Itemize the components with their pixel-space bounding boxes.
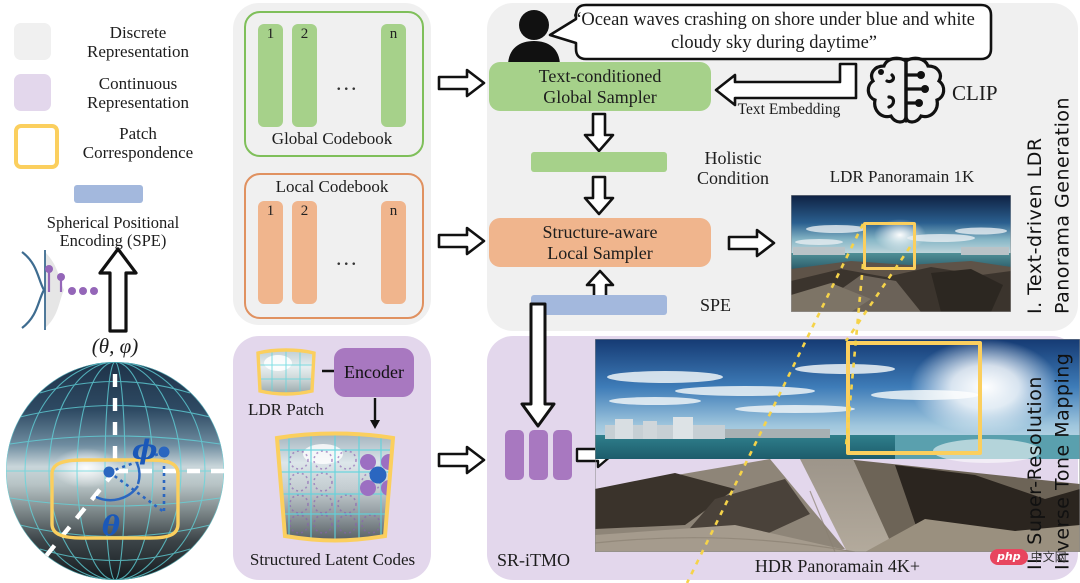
watermark: php 中文网	[990, 548, 1067, 565]
patch-correspondence-lines	[685, 223, 912, 583]
watermark-cn-text: 中文网	[1030, 550, 1067, 564]
watermark-brand: php	[990, 548, 1028, 565]
